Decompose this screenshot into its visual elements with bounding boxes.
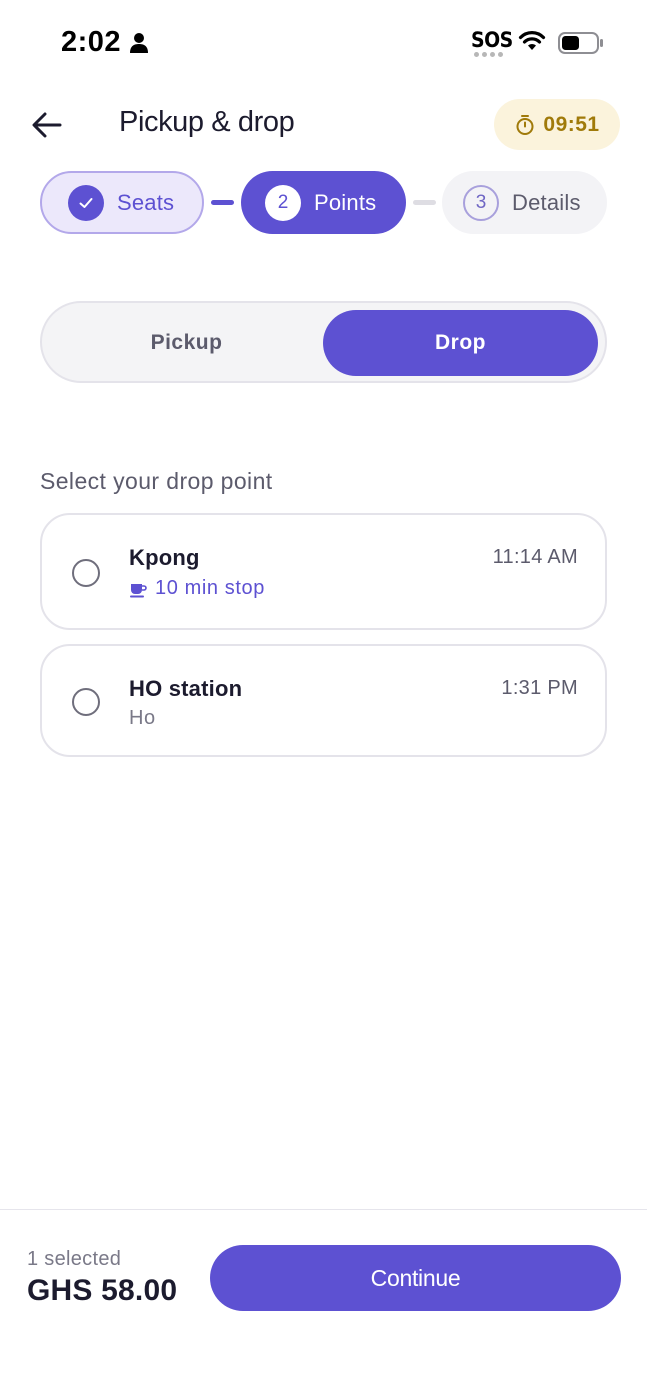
radio-button[interactable] (72, 688, 100, 716)
step-points[interactable]: 2 Points (241, 171, 406, 234)
pickup-drop-toggle: Pickup Drop (40, 301, 607, 383)
step-seats[interactable]: Seats (40, 171, 204, 234)
sos-indicator: SOS (471, 28, 513, 52)
step-number: 3 (463, 184, 499, 221)
stop-info: 10 min stop (129, 577, 265, 600)
radio-button[interactable] (72, 559, 100, 587)
footer-bar: 1 selected GHS 58.00 Continue (0, 1209, 647, 1400)
back-arrow-icon[interactable] (30, 108, 64, 142)
step-connector (413, 200, 436, 205)
screen: 2:02 SOS Pickup & drop 09:51 Seats 2 Poi… (0, 0, 647, 1400)
check-icon (79, 197, 93, 208)
step-completed-check (68, 184, 104, 221)
section-heading: Select your drop point (40, 468, 273, 494)
point-time: 11:14 AM (492, 546, 578, 568)
battery-icon (558, 32, 603, 54)
drop-point-option[interactable]: Kpong 11:14 AM 10 min stop (40, 513, 607, 630)
person-icon (130, 33, 148, 53)
signal-dots (474, 52, 506, 57)
countdown-timer: 09:51 (494, 99, 620, 150)
continue-button[interactable]: Continue (210, 1245, 621, 1311)
step-number: 2 (265, 184, 301, 221)
stop-duration: 10 min stop (155, 577, 265, 599)
point-time: 1:31 PM (501, 677, 578, 699)
stopwatch-icon (516, 114, 534, 135)
total-price: GHS 58.00 (27, 1274, 178, 1307)
wifi-icon (518, 31, 546, 50)
drop-tab[interactable]: Drop (323, 310, 598, 376)
cup-icon (130, 583, 147, 597)
step-connector (211, 200, 234, 205)
status-time: 2:02 (61, 26, 122, 58)
status-bar: 2:02 SOS (0, 0, 647, 86)
step-label: Details (512, 189, 581, 215)
page-title: Pickup & drop (119, 106, 295, 138)
point-city: Ho (129, 707, 156, 729)
pickup-tab[interactable]: Pickup (49, 310, 324, 376)
step-details[interactable]: 3 Details (442, 171, 607, 234)
point-name: Kpong (129, 545, 200, 570)
step-label: Seats (117, 189, 175, 215)
step-label: Points (314, 189, 377, 215)
timer-text: 09:51 (543, 112, 600, 136)
drop-point-option[interactable]: HO station 1:31 PM Ho (40, 644, 607, 757)
selected-count: 1 selected (27, 1248, 122, 1270)
point-name: HO station (129, 676, 243, 701)
